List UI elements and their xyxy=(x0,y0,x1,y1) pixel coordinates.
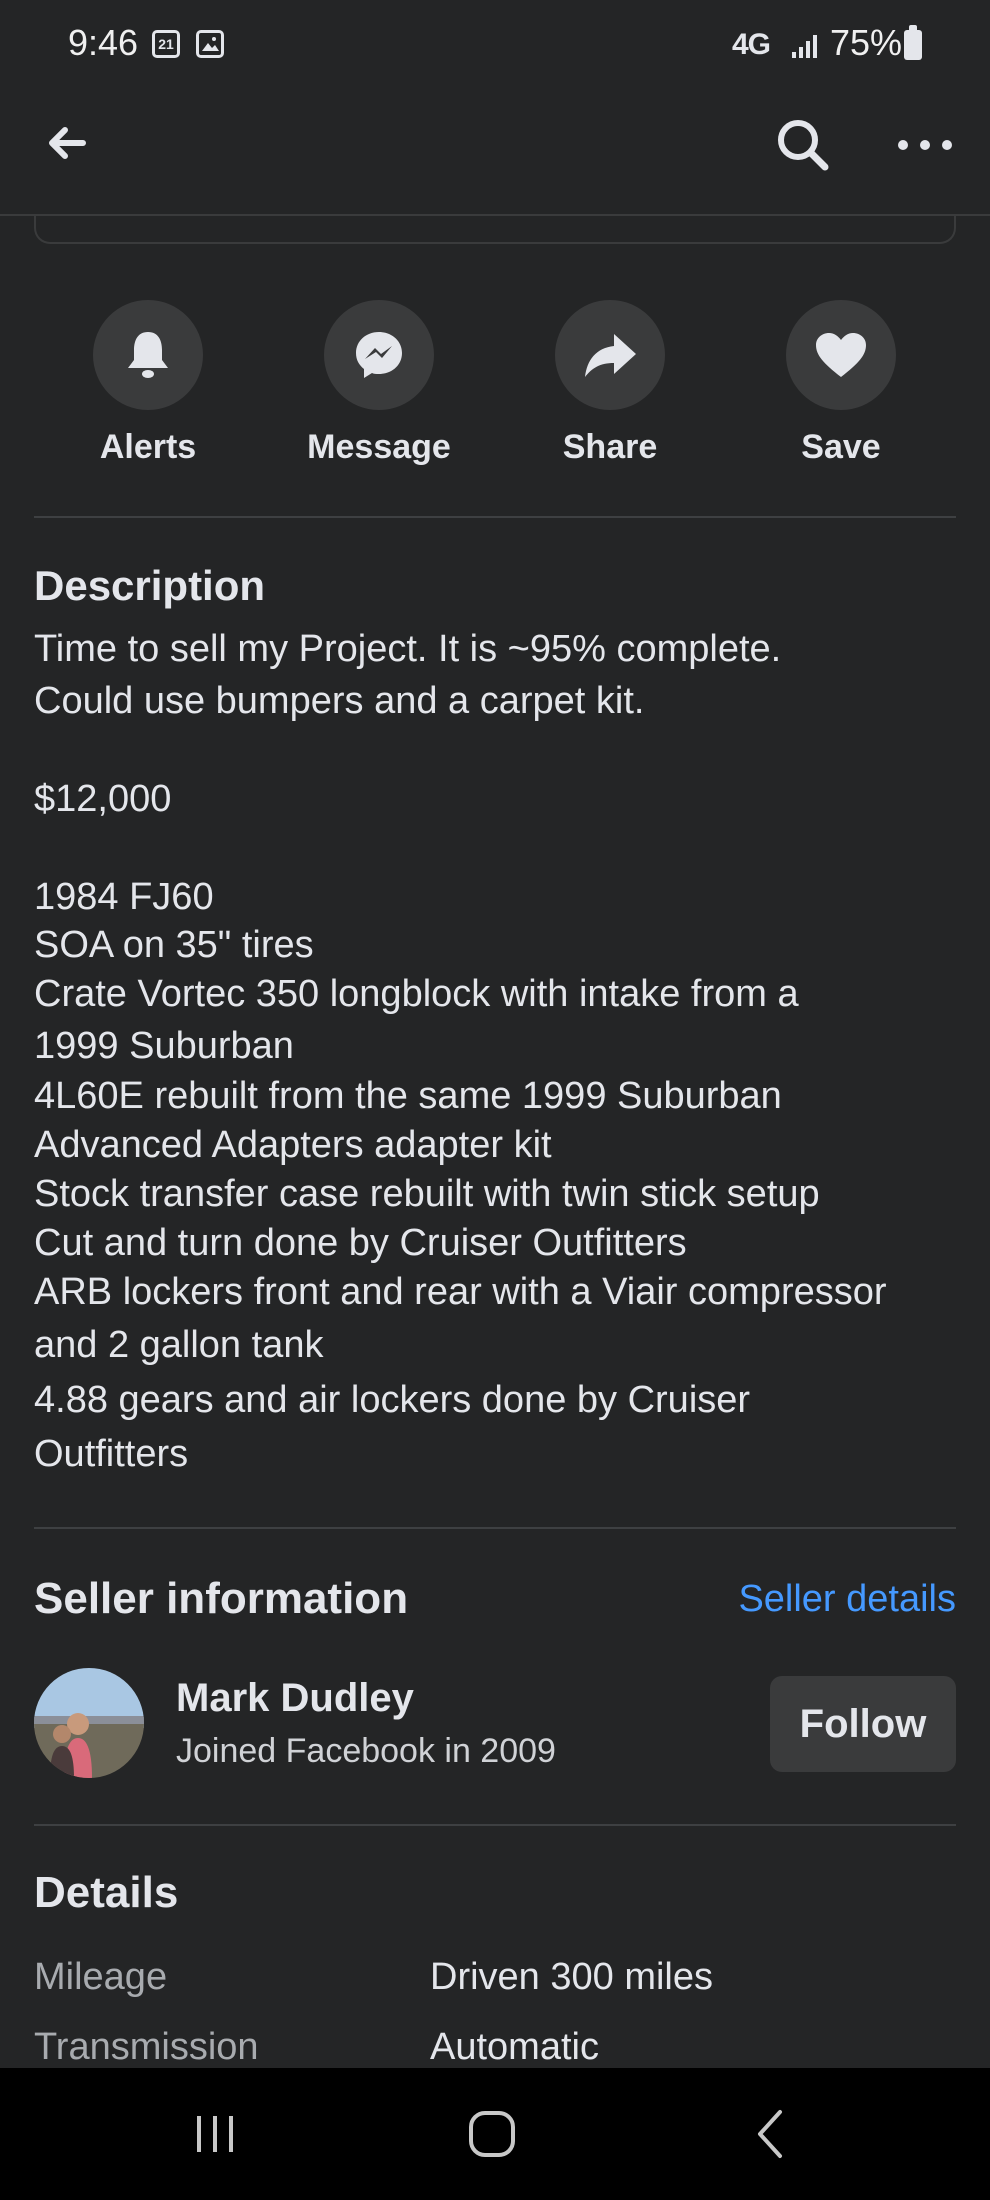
description-line: Stock transfer case rebuilt with twin st… xyxy=(34,1173,820,1215)
search-icon xyxy=(778,120,829,171)
status-bar: 9:46 21 4G 75% xyxy=(0,0,990,90)
network-indicator: 4G xyxy=(732,28,771,61)
back-nav-button[interactable] xyxy=(710,2088,830,2180)
share-icon xyxy=(585,334,636,377)
detail-value-mileage: Driven 300 miles xyxy=(430,1956,713,1998)
alerts-button[interactable]: Alerts xyxy=(53,300,243,467)
recent-apps-button[interactable] xyxy=(155,2088,275,2180)
share-label: Share xyxy=(562,428,658,466)
messenger-icon xyxy=(356,332,402,378)
bell-icon xyxy=(128,332,168,378)
description-price: $12,000 xyxy=(34,778,172,820)
save-button[interactable]: Save xyxy=(746,300,936,467)
signal-icon xyxy=(790,30,824,60)
message-label: Message xyxy=(307,428,451,466)
description-line: Could use bumpers and a carpet kit. xyxy=(34,680,645,722)
avatar[interactable] xyxy=(34,1668,144,1778)
status-time: 9:46 xyxy=(68,22,139,63)
heart-icon xyxy=(816,333,866,377)
share-circle xyxy=(555,300,665,410)
description-line: Cut and turn done by Cruiser Outfitters xyxy=(34,1222,687,1264)
description-line: 1999 Suburban xyxy=(34,1025,294,1067)
save-circle xyxy=(786,300,896,410)
detail-label-transmission: Transmission xyxy=(34,2026,259,2068)
calendar-icon: 21 xyxy=(152,30,180,58)
more-icon xyxy=(898,140,952,150)
recent-apps-icon xyxy=(197,2116,233,2152)
share-button[interactable]: Share xyxy=(515,300,705,467)
battery-icon xyxy=(904,25,922,60)
seller-joined: Joined Facebook in 2009 xyxy=(176,1732,556,1770)
listing-card-edge xyxy=(34,214,956,244)
seller-details-link[interactable]: Seller details xyxy=(738,1578,956,1621)
description-title: Description xyxy=(34,562,266,609)
divider xyxy=(34,516,956,518)
message-button[interactable]: Message xyxy=(284,300,474,467)
seller-name[interactable]: Mark Dudley xyxy=(176,1676,414,1721)
system-nav-bar xyxy=(0,2068,990,2200)
arrow-left-icon xyxy=(49,127,86,159)
message-circle xyxy=(324,300,434,410)
alerts-label: Alerts xyxy=(99,428,197,466)
gallery-icon xyxy=(196,30,224,58)
follow-button[interactable]: Follow xyxy=(770,1676,956,1772)
battery-percent: 75% xyxy=(830,22,903,63)
description-line: Outfitters xyxy=(34,1433,189,1475)
more-button[interactable] xyxy=(890,110,960,180)
divider xyxy=(34,1824,956,1826)
detail-value-transmission: Automatic xyxy=(430,2026,599,2068)
detail-label-mileage: Mileage xyxy=(34,1956,168,1998)
description-line: 1984 FJ60 xyxy=(34,876,214,918)
details-title: Details xyxy=(34,1868,179,1917)
description-line: Advanced Adapters adapter kit xyxy=(34,1124,552,1166)
seller-info-title: Seller information xyxy=(34,1574,409,1623)
chevron-left-icon xyxy=(758,2110,782,2158)
description-line: Crate Vortec 350 longblock with intake f… xyxy=(34,973,799,1015)
description-line: ARB lockers front and rear with a Viair … xyxy=(34,1271,887,1313)
description-line: SOA on 35" tires xyxy=(34,924,314,966)
description-line: and 2 gallon tank xyxy=(34,1324,324,1366)
app-bar xyxy=(0,90,990,216)
alerts-circle xyxy=(93,300,203,410)
home-button[interactable] xyxy=(432,2088,552,2180)
home-icon xyxy=(469,2111,515,2157)
divider xyxy=(34,1527,956,1529)
save-label: Save xyxy=(801,428,881,466)
description-line: Time to sell my Project. It is ~95% comp… xyxy=(34,628,782,670)
description-line: 4L60E rebuilt from the same 1999 Suburba… xyxy=(34,1075,782,1117)
description-line: 4.88 gears and air lockers done by Cruis… xyxy=(34,1379,751,1421)
back-button[interactable] xyxy=(34,110,100,176)
search-button[interactable] xyxy=(768,110,838,180)
